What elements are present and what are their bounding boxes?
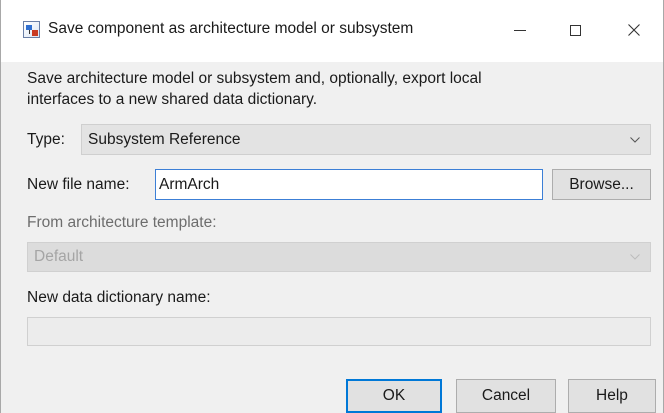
title-bar: Save component as architecture model or … [1, 0, 663, 62]
dialog-content: Save architecture model or subsystem and… [1, 62, 663, 413]
file-name-input[interactable]: ArmArch [155, 169, 543, 200]
minimize-button[interactable] [497, 10, 543, 50]
help-button[interactable]: Help [568, 379, 656, 413]
description-line: Save architecture model or subsystem and… [27, 70, 482, 87]
file-name-value: ArmArch [159, 175, 220, 193]
template-selected-value: Default [34, 248, 84, 265]
chevron-down-icon [630, 254, 640, 260]
simulink-app-icon [23, 21, 40, 38]
description-line: interfaces to a new shared data dictiona… [27, 91, 318, 108]
dictionary-label: New data dictionary name: [27, 289, 211, 306]
description-text: Save architecture model or subsystem and… [27, 68, 627, 110]
dialog-window: Save component as architecture model or … [0, 0, 664, 413]
browse-button[interactable]: Browse... [552, 169, 651, 200]
type-label: Type: [27, 131, 65, 148]
template-select[interactable]: Default [27, 242, 651, 272]
window-title: Save component as architecture model or … [48, 20, 414, 37]
file-name-label: New file name: [27, 176, 130, 193]
chevron-down-icon [630, 136, 640, 143]
minimize-icon [514, 29, 526, 31]
close-icon [628, 24, 640, 36]
cancel-button[interactable]: Cancel [456, 379, 556, 413]
dictionary-name-input[interactable] [27, 317, 651, 346]
template-label: From architecture template: [27, 214, 217, 231]
close-button[interactable] [611, 10, 657, 50]
maximize-icon [569, 24, 581, 36]
type-select[interactable]: Subsystem Reference [81, 124, 651, 155]
ok-button[interactable]: OK [346, 379, 442, 413]
maximize-button[interactable] [552, 10, 598, 50]
type-selected-value: Subsystem Reference [88, 130, 241, 148]
